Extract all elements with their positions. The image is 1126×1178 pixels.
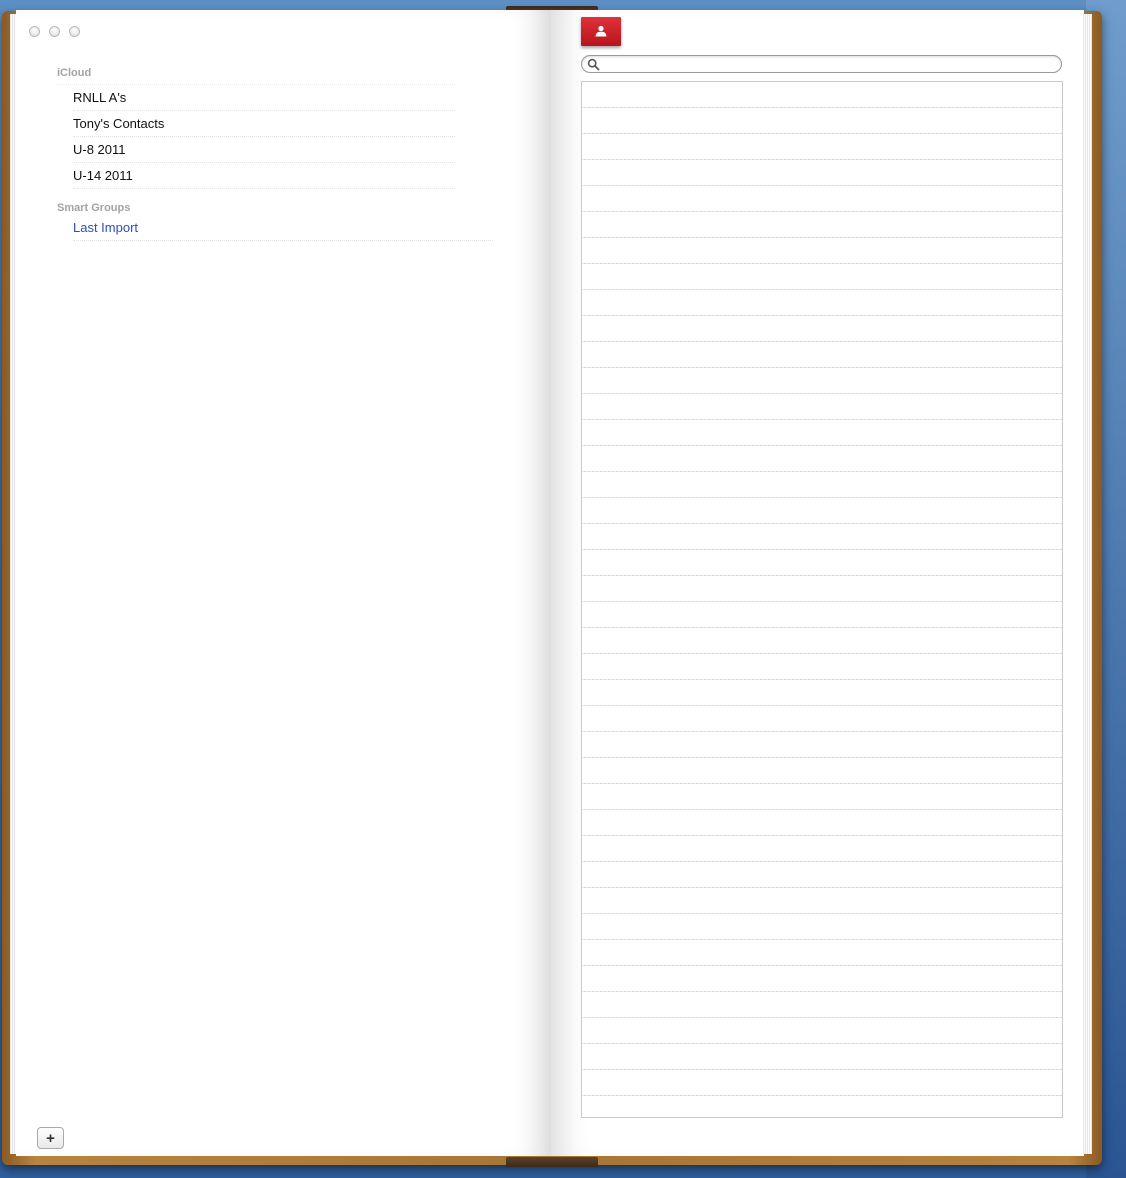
search-input[interactable] — [602, 56, 1052, 72]
right-page-edges — [1083, 14, 1092, 1154]
book-spine-bottom — [506, 1157, 598, 1167]
section-header-icloud: iCloud — [57, 67, 92, 79]
person-icon — [595, 25, 607, 37]
group-item-u14-2011[interactable]: U-14 2011 — [73, 163, 455, 189]
search-field[interactable] — [581, 55, 1062, 73]
group-item-tonys-contacts[interactable]: Tony's Contacts — [73, 111, 455, 137]
add-group-button[interactable]: + — [37, 1127, 64, 1149]
group-item-u8-2011[interactable]: U-8 2011 — [73, 137, 455, 163]
section-header-smart-groups: Smart Groups — [57, 202, 131, 214]
person-bookmark-tab[interactable] — [581, 17, 621, 46]
contact-list-row-dividers — [582, 82, 1062, 1117]
contact-list[interactable] — [581, 81, 1063, 1118]
search-icon — [587, 58, 600, 71]
group-item-rnll-as[interactable]: RNLL A's — [73, 85, 455, 111]
zoom-button[interactable] — [69, 26, 80, 37]
close-button[interactable] — [29, 26, 40, 37]
minimize-button[interactable] — [49, 26, 60, 37]
smart-group-item-last-import[interactable]: Last Import — [73, 215, 493, 241]
